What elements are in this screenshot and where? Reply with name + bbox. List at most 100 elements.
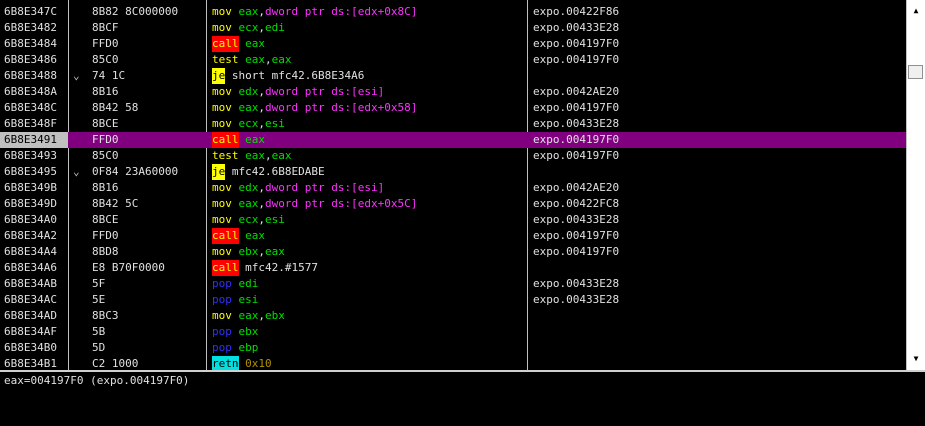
instruction-operand: dword ptr ds:[edx+0x5C] bbox=[265, 197, 418, 210]
disassembly-row[interactable]: 6B8E3486 85C0 test eax,eax expo.004197F0 bbox=[0, 52, 906, 68]
row-hex-bytes: E8 B70F0000 bbox=[92, 261, 165, 274]
vertical-scrollbar[interactable]: ▲ ▼ bbox=[906, 0, 925, 370]
instruction-operand: mfc42.6B8EDABE bbox=[231, 165, 325, 178]
row-address: 6B8E348F bbox=[4, 117, 57, 130]
row-address: 6B8E3495 bbox=[4, 165, 57, 178]
instruction-mnemonic: call bbox=[212, 36, 239, 52]
instruction-operand: eax bbox=[245, 149, 265, 162]
disassembly-row[interactable]: 6B8E3493 85C0 test eax,eax expo.004197F0 bbox=[0, 148, 906, 164]
row-instruction: retn 0x10 bbox=[212, 356, 272, 370]
row-address: 6B8E349D bbox=[4, 197, 57, 210]
instruction-operand: eax bbox=[271, 53, 292, 66]
disassembly-row[interactable]: 6B8E34B1 C2 1000 retn 0x10 bbox=[0, 356, 906, 370]
disassembly-row[interactable]: 6B8E34AF 5B pop ebx bbox=[0, 324, 906, 340]
row-instruction: mov edx,dword ptr ds:[esi] bbox=[212, 84, 384, 100]
row-hex-bytes: 8BCF bbox=[92, 21, 119, 34]
row-address: 6B8E348C bbox=[4, 101, 57, 114]
scroll-down-icon[interactable]: ▼ bbox=[909, 352, 923, 366]
disassembly-row-selected[interactable]: 6B8E3491 FFD0 call eax expo.004197F0 bbox=[0, 132, 906, 148]
disassembly-row[interactable]: 6B8E348F 8BCE mov ecx,esi expo.00433E28 bbox=[0, 116, 906, 132]
instruction-operand: ecx bbox=[238, 117, 259, 130]
instruction-operand: eax bbox=[238, 197, 259, 210]
row-instruction: mov eax,dword ptr ds:[edx+0x58] bbox=[212, 100, 417, 116]
row-address: 6B8E34AD bbox=[4, 309, 57, 322]
disassembly-row[interactable]: 6B8E34A2 FFD0 call eax expo.004197F0 bbox=[0, 228, 906, 244]
row-instruction: pop edi bbox=[212, 276, 258, 292]
disassembly-row[interactable]: 6B8E347C 8B82 8C000000 mov eax,dword ptr d… bbox=[0, 4, 906, 20]
disassembly-row[interactable]: 6B8E34AD 8BC3 mov eax,ebx bbox=[0, 308, 906, 324]
row-instruction: test eax,eax bbox=[212, 148, 292, 164]
disassembly-row[interactable]: 6B8E34AC 5E pop esi expo.00433E28 bbox=[0, 292, 906, 308]
disassembly-row[interactable]: 6B8E349D 8B42 5C mov eax,dword ptr ds:[edx… bbox=[0, 196, 906, 212]
disassembly-row[interactable]: 6B8E34A6 E8 B70F0000 call mfc42.#1577 bbox=[0, 260, 906, 276]
row-comment: expo.00422FC8 bbox=[533, 197, 620, 210]
instruction-operand: edi bbox=[238, 277, 259, 290]
row-comment: expo.00433E28 bbox=[533, 21, 620, 34]
disassembly-row[interactable]: 6B8E348C 8B42 58 mov eax,dword ptr ds:[edx… bbox=[0, 100, 906, 116]
disassembly-row[interactable]: 6B8E34A4 8BD8 mov ebx,eax expo.004197F0 bbox=[0, 244, 906, 260]
disassembly-row[interactable]: 6B8E34B0 5D pop ebp bbox=[0, 340, 906, 356]
disassembly-pane[interactable]: 6B8E347C 8B82 8C000000 mov eax,dword ptr d… bbox=[0, 0, 906, 370]
instruction-mnemonic: pop bbox=[212, 341, 232, 354]
row-address: 6B8E3486 bbox=[4, 53, 57, 66]
row-hex-bytes: 8B16 bbox=[92, 85, 119, 98]
scrollbar-thumb[interactable] bbox=[908, 65, 923, 79]
row-address: 6B8E3484 bbox=[4, 37, 57, 50]
disassembly-row[interactable]: 6B8E348A 8B16 mov edx,dword ptr ds:[esi] ex… bbox=[0, 84, 906, 100]
row-hex-bytes: 8B16 bbox=[92, 181, 119, 194]
instruction-operand: edx bbox=[238, 181, 259, 194]
row-instruction: mov eax,ebx bbox=[212, 308, 285, 324]
instruction-mnemonic: test bbox=[212, 149, 239, 162]
instruction-mnemonic: call bbox=[212, 228, 239, 244]
row-address: 6B8E347C bbox=[4, 5, 57, 18]
disassembly-row[interactable]: 6B8E3488 ⌄ 74 1C je short mfc42.6B8E34A6 bbox=[0, 68, 906, 84]
row-address: 6B8E3488 bbox=[4, 69, 57, 82]
instruction-operand: , bbox=[258, 181, 265, 194]
instruction-mnemonic: pop bbox=[212, 325, 232, 338]
instruction-operand: eax bbox=[245, 229, 265, 242]
instruction-operand: ecx bbox=[238, 21, 259, 34]
row-comment: expo.004197F0 bbox=[533, 101, 620, 114]
row-hex-bytes: 8BD8 bbox=[92, 245, 119, 258]
instruction-operand: eax bbox=[245, 133, 265, 146]
instruction-operand: eax bbox=[265, 245, 285, 258]
instruction-operand: ebx bbox=[238, 245, 259, 258]
row-comment: expo.00433E28 bbox=[533, 213, 620, 226]
instruction-operand: eax bbox=[245, 53, 265, 66]
row-hex-bytes: 5D bbox=[92, 341, 106, 354]
instruction-mnemonic: je bbox=[212, 164, 226, 180]
row-instruction: call mfc42.#1577 bbox=[212, 260, 318, 276]
row-comment: expo.004197F0 bbox=[533, 229, 620, 242]
row-address: 6B8E3491 bbox=[0, 132, 68, 148]
row-comment: expo.004197F0 bbox=[533, 245, 620, 258]
row-comment: expo.004197F0 bbox=[533, 37, 620, 50]
disassembly-row[interactable]: 6B8E3484 FFD0 call eax expo.004197F0 bbox=[0, 36, 906, 52]
instruction-operand: , bbox=[258, 85, 265, 98]
disassembly-row[interactable]: 6B8E3482 8BCF mov ecx,edi expo.00433E28 bbox=[0, 20, 906, 36]
disassembly-row[interactable]: 6B8E3495 ⌄ 0F84 23A60000 je mfc42.6B8EDABE bbox=[0, 164, 906, 180]
row-hex-bytes: 85C0 bbox=[92, 53, 119, 66]
instruction-operand: eax bbox=[238, 101, 259, 114]
disassembly-row[interactable]: 6B8E34AB 5F pop edi expo.00433E28 bbox=[0, 276, 906, 292]
instruction-operand: , bbox=[265, 149, 272, 162]
instruction-operand: esi bbox=[238, 293, 259, 306]
row-address: 6B8E34B1 bbox=[4, 357, 57, 370]
instruction-operand: dword ptr ds:[edx+0x8C] bbox=[265, 5, 418, 18]
disassembly-row[interactable]: 6B8E349B 8B16 mov edx,dword ptr ds:[esi] ex… bbox=[0, 180, 906, 196]
row-address: 6B8E34AC bbox=[4, 293, 57, 306]
row-instruction: mov ebx,eax bbox=[212, 244, 285, 260]
instruction-operand: ebp bbox=[238, 341, 259, 354]
disassembly-row[interactable]: 6B8E34A0 8BCE mov ecx,esi expo.00433E28 bbox=[0, 212, 906, 228]
scroll-up-icon[interactable]: ▲ bbox=[909, 4, 923, 18]
instruction-operand: , bbox=[258, 117, 265, 130]
instruction-operand: esi bbox=[265, 213, 285, 226]
row-instruction: call eax bbox=[212, 228, 265, 244]
instruction-operand: eax bbox=[238, 5, 259, 18]
row-address: 6B8E34A4 bbox=[4, 245, 57, 258]
row-comment: expo.00422F86 bbox=[533, 5, 620, 18]
row-instruction: mov ecx,edi bbox=[212, 20, 285, 36]
row-hex-bytes: 8B42 58 bbox=[92, 101, 139, 114]
row-hex-bytes: 5F bbox=[92, 277, 106, 290]
row-instruction: pop ebx bbox=[212, 324, 258, 340]
row-instruction: call eax bbox=[212, 132, 265, 148]
